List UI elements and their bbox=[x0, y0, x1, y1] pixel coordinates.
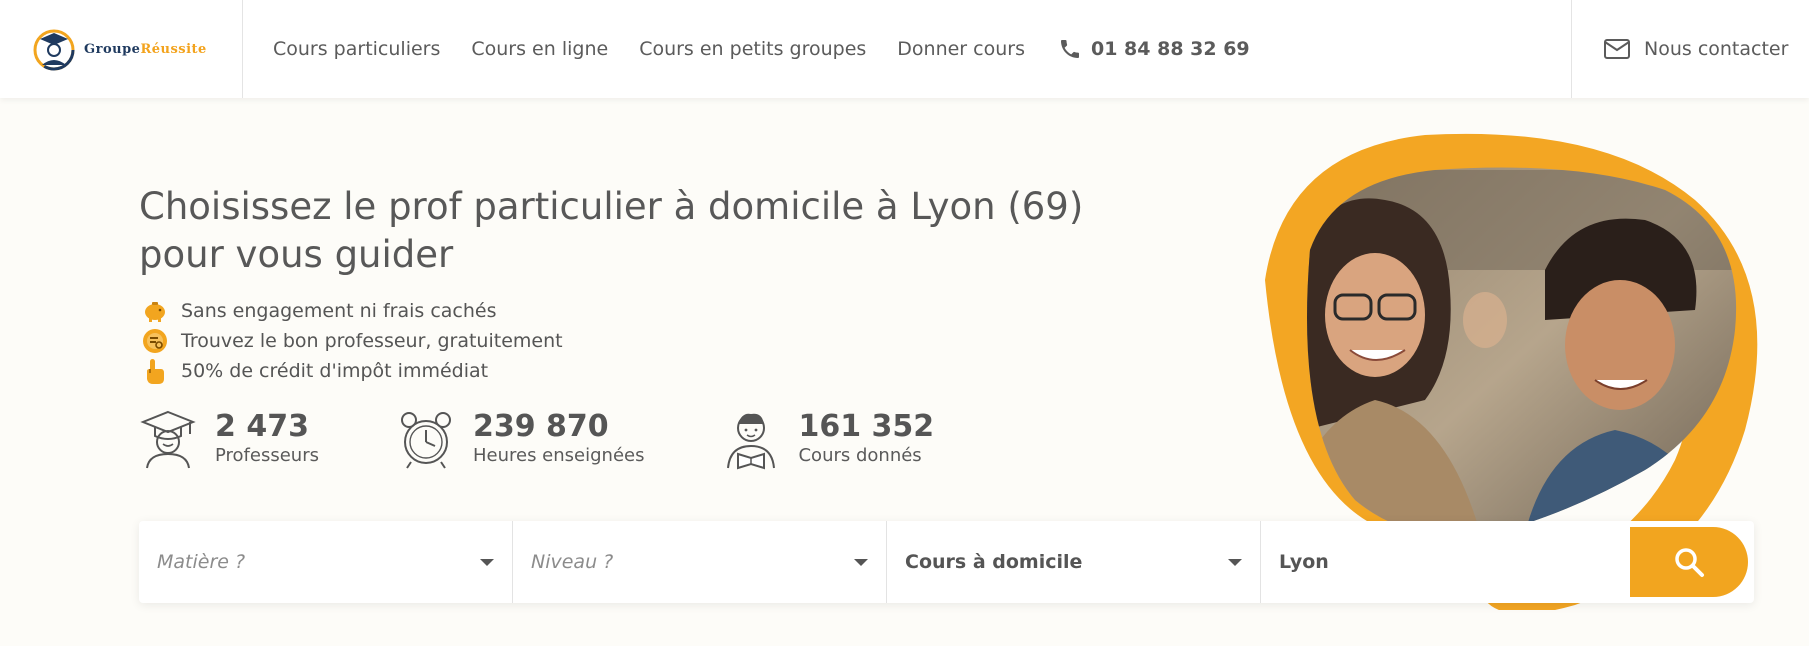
course-mode-value: Cours à domicile bbox=[905, 551, 1083, 573]
stat-hours: 239 870 Heures enseignées bbox=[397, 408, 645, 470]
reading-student-icon bbox=[727, 413, 776, 470]
subject-placeholder: Matière ? bbox=[157, 551, 246, 573]
stat-label: Professeurs bbox=[215, 445, 319, 466]
level-placeholder: Niveau ? bbox=[531, 551, 614, 573]
logo-text: GroupeRéussite bbox=[84, 42, 207, 57]
city-value: Lyon bbox=[1279, 551, 1329, 573]
phone-link[interactable]: 01 84 88 32 69 bbox=[1058, 37, 1250, 61]
main-nav: Cours particuliers Cours en ligne Cours … bbox=[273, 37, 1250, 61]
stat-number: 2 473 bbox=[215, 409, 309, 444]
stat-courses: 161 352 Cours donnés bbox=[722, 408, 934, 470]
benefit-item: Sans engagement ni frais cachés bbox=[141, 296, 563, 326]
page-title: Choisissez le prof particulier à domicil… bbox=[139, 185, 1084, 276]
stats-row: 2 473 Professeurs 239 870 Heures enseign… bbox=[139, 408, 934, 470]
benefit-item: Trouvez le bon professeur, gratuitement bbox=[141, 326, 563, 356]
brand-part1: Groupe bbox=[84, 41, 141, 57]
logo-graduate-icon bbox=[33, 29, 75, 71]
search-badge-icon bbox=[141, 327, 169, 355]
benefit-item: 50% de crédit d'impôt immédiat bbox=[141, 356, 563, 386]
benefit-text: Sans engagement ni frais cachés bbox=[181, 300, 497, 322]
search-bar: Matière ? Niveau ? Cours à domicile Lyon bbox=[139, 521, 1754, 603]
logo[interactable]: GroupeRéussite bbox=[0, 0, 243, 98]
chevron-down-icon bbox=[480, 558, 494, 566]
phone-icon bbox=[1060, 40, 1079, 58]
benefit-text: Trouvez le bon professeur, gratuitement bbox=[181, 330, 563, 352]
benefits-list: Sans engagement ni frais cachés Trouvez … bbox=[141, 296, 563, 386]
phone-number: 01 84 88 32 69 bbox=[1090, 38, 1250, 60]
mail-icon bbox=[1604, 39, 1630, 59]
course-mode-select[interactable]: Cours à domicile bbox=[887, 521, 1261, 603]
piggy-bank-icon bbox=[141, 297, 169, 325]
nav-donner-cours[interactable]: Donner cours bbox=[897, 38, 1025, 60]
nav-cours-particuliers[interactable]: Cours particuliers bbox=[273, 38, 440, 60]
chevron-down-icon bbox=[854, 558, 868, 566]
graduate-icon bbox=[140, 410, 196, 469]
nav-cours-petits-groupes[interactable]: Cours en petits groupes bbox=[639, 38, 866, 60]
chevron-down-icon bbox=[1228, 558, 1242, 566]
nav-cours-en-ligne[interactable]: Cours en ligne bbox=[471, 38, 608, 60]
benefit-text: 50% de crédit d'impôt immédiat bbox=[181, 360, 489, 382]
brand-part2: Réussite bbox=[140, 41, 207, 57]
stat-label: Heures enseignées bbox=[472, 445, 645, 466]
alarm-clock-icon bbox=[400, 412, 451, 469]
contact-link[interactable]: Nous contacter bbox=[1571, 0, 1809, 98]
contact-label: Nous contacter bbox=[1644, 38, 1789, 60]
city-input[interactable]: Lyon bbox=[1261, 521, 1630, 603]
subject-select[interactable]: Matière ? bbox=[139, 521, 513, 603]
pointing-hand-icon bbox=[141, 357, 169, 385]
stat-teachers: 2 473 Professeurs bbox=[139, 408, 319, 470]
level-select[interactable]: Niveau ? bbox=[513, 521, 887, 603]
stat-label: Cours donnés bbox=[798, 445, 922, 466]
stat-number: 161 352 bbox=[798, 409, 935, 444]
stat-number: 239 870 bbox=[472, 409, 609, 444]
search-icon bbox=[1675, 548, 1704, 577]
site-header: GroupeRéussite Cours particuliers Cours … bbox=[0, 0, 1809, 98]
search-button[interactable] bbox=[1630, 527, 1748, 597]
